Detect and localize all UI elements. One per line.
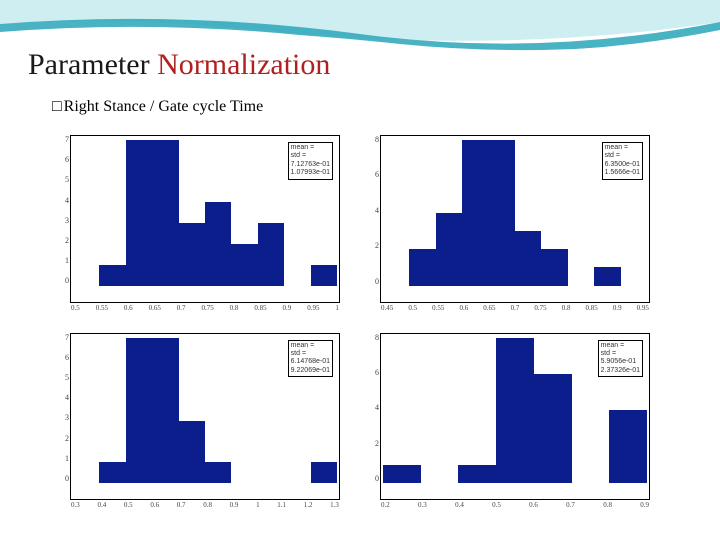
bar — [515, 231, 541, 286]
bar — [383, 465, 421, 483]
bar — [126, 140, 152, 286]
stats-box: mean =std =6.3500e-011.5666e-01 — [602, 142, 643, 180]
bar — [458, 465, 496, 483]
page-title: Parameter Normalization — [28, 48, 330, 82]
histogram-bottom-right: 864200.20.30.40.50.60.70.80.9mean =std =… — [380, 333, 650, 501]
bar — [152, 338, 178, 484]
bar — [409, 249, 435, 285]
bar — [489, 140, 515, 286]
bar — [152, 140, 178, 286]
stats-box: mean =std =5.9056e-012.37326e-01 — [598, 340, 643, 378]
bar — [99, 265, 125, 286]
bar — [594, 267, 620, 285]
slide: Parameter Normalization □ Right Stance /… — [0, 0, 720, 540]
bullet-icon: □ — [52, 98, 60, 115]
subtitle-text: Right Stance / Gate cycle Time — [60, 98, 264, 115]
bar — [258, 223, 284, 285]
bar — [496, 338, 534, 484]
bar — [205, 462, 231, 483]
stats-box: mean =std =7.12763e-011.07993e-01 — [288, 142, 333, 180]
bar — [231, 244, 257, 286]
histogram-bottom-left: 765432100.30.40.50.60.70.80.911.11.21.3m… — [70, 333, 340, 501]
title-text-accent: Normalization — [150, 48, 331, 81]
chart-grid: 765432100.50.550.60.650.70.750.80.850.90… — [70, 135, 650, 500]
bar — [99, 462, 125, 483]
bar — [311, 462, 337, 483]
bar — [205, 202, 231, 285]
bar — [436, 213, 462, 286]
bar — [179, 421, 205, 483]
stats-box: mean =std =6.14768e-019.22069e-01 — [288, 340, 333, 378]
bar — [541, 249, 567, 285]
bar — [126, 338, 152, 484]
subtitle: □ Right Stance / Gate cycle Time — [52, 98, 263, 116]
bar — [179, 223, 205, 285]
bar — [311, 265, 337, 286]
bar — [609, 410, 647, 483]
bar — [534, 374, 572, 483]
histogram-top-left: 765432100.50.550.60.650.70.750.80.850.90… — [70, 135, 340, 303]
title-text-plain: Parameter — [28, 48, 150, 81]
histogram-top-right: 864200.450.50.550.60.650.70.750.80.850.9… — [380, 135, 650, 303]
bar — [462, 140, 488, 286]
